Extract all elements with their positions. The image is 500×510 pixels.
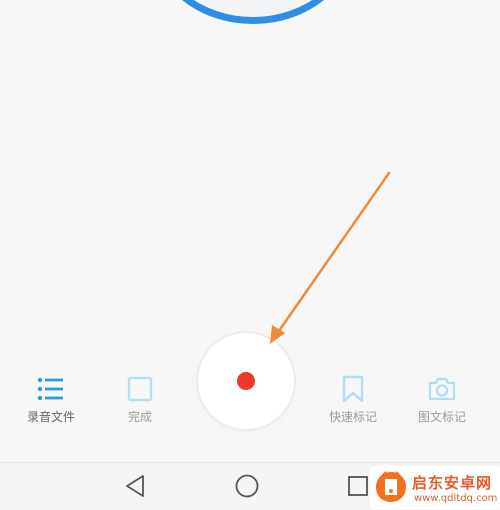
quick-mark-button[interactable]: 快速标记 [313, 374, 393, 430]
recents-button[interactable] [343, 473, 373, 503]
circle-home-icon [234, 473, 260, 503]
square-recents-icon [347, 475, 369, 501]
image-mark-label: 图文标记 [417, 410, 466, 424]
square-icon [125, 374, 155, 404]
home-button[interactable] [232, 473, 262, 503]
recordings-button[interactable]: 录音文件 [11, 374, 91, 430]
record-dot-icon [237, 372, 255, 390]
done-label: 完成 [127, 410, 152, 424]
watermark-logo-icon [376, 471, 406, 502]
watermark-url: www.qdltdq.com [414, 493, 498, 504]
triangle-back-icon [124, 474, 146, 502]
quick-mark-label: 快速标记 [328, 410, 377, 424]
back-button[interactable] [120, 473, 150, 503]
camera-icon [427, 374, 457, 404]
image-mark-button[interactable]: 图文标记 [402, 374, 482, 430]
site-watermark: 启东安卓网 www.qdltdq.com [370, 466, 500, 509]
bookmark-icon [338, 374, 368, 404]
watermark-name: 启东安卓网 [412, 474, 493, 492]
list-icon [36, 374, 66, 404]
recordings-label: 录音文件 [26, 410, 75, 424]
recording-visualizer-ring [150, 0, 356, 24]
done-button[interactable]: 完成 [100, 374, 180, 430]
record-button[interactable] [198, 333, 294, 429]
